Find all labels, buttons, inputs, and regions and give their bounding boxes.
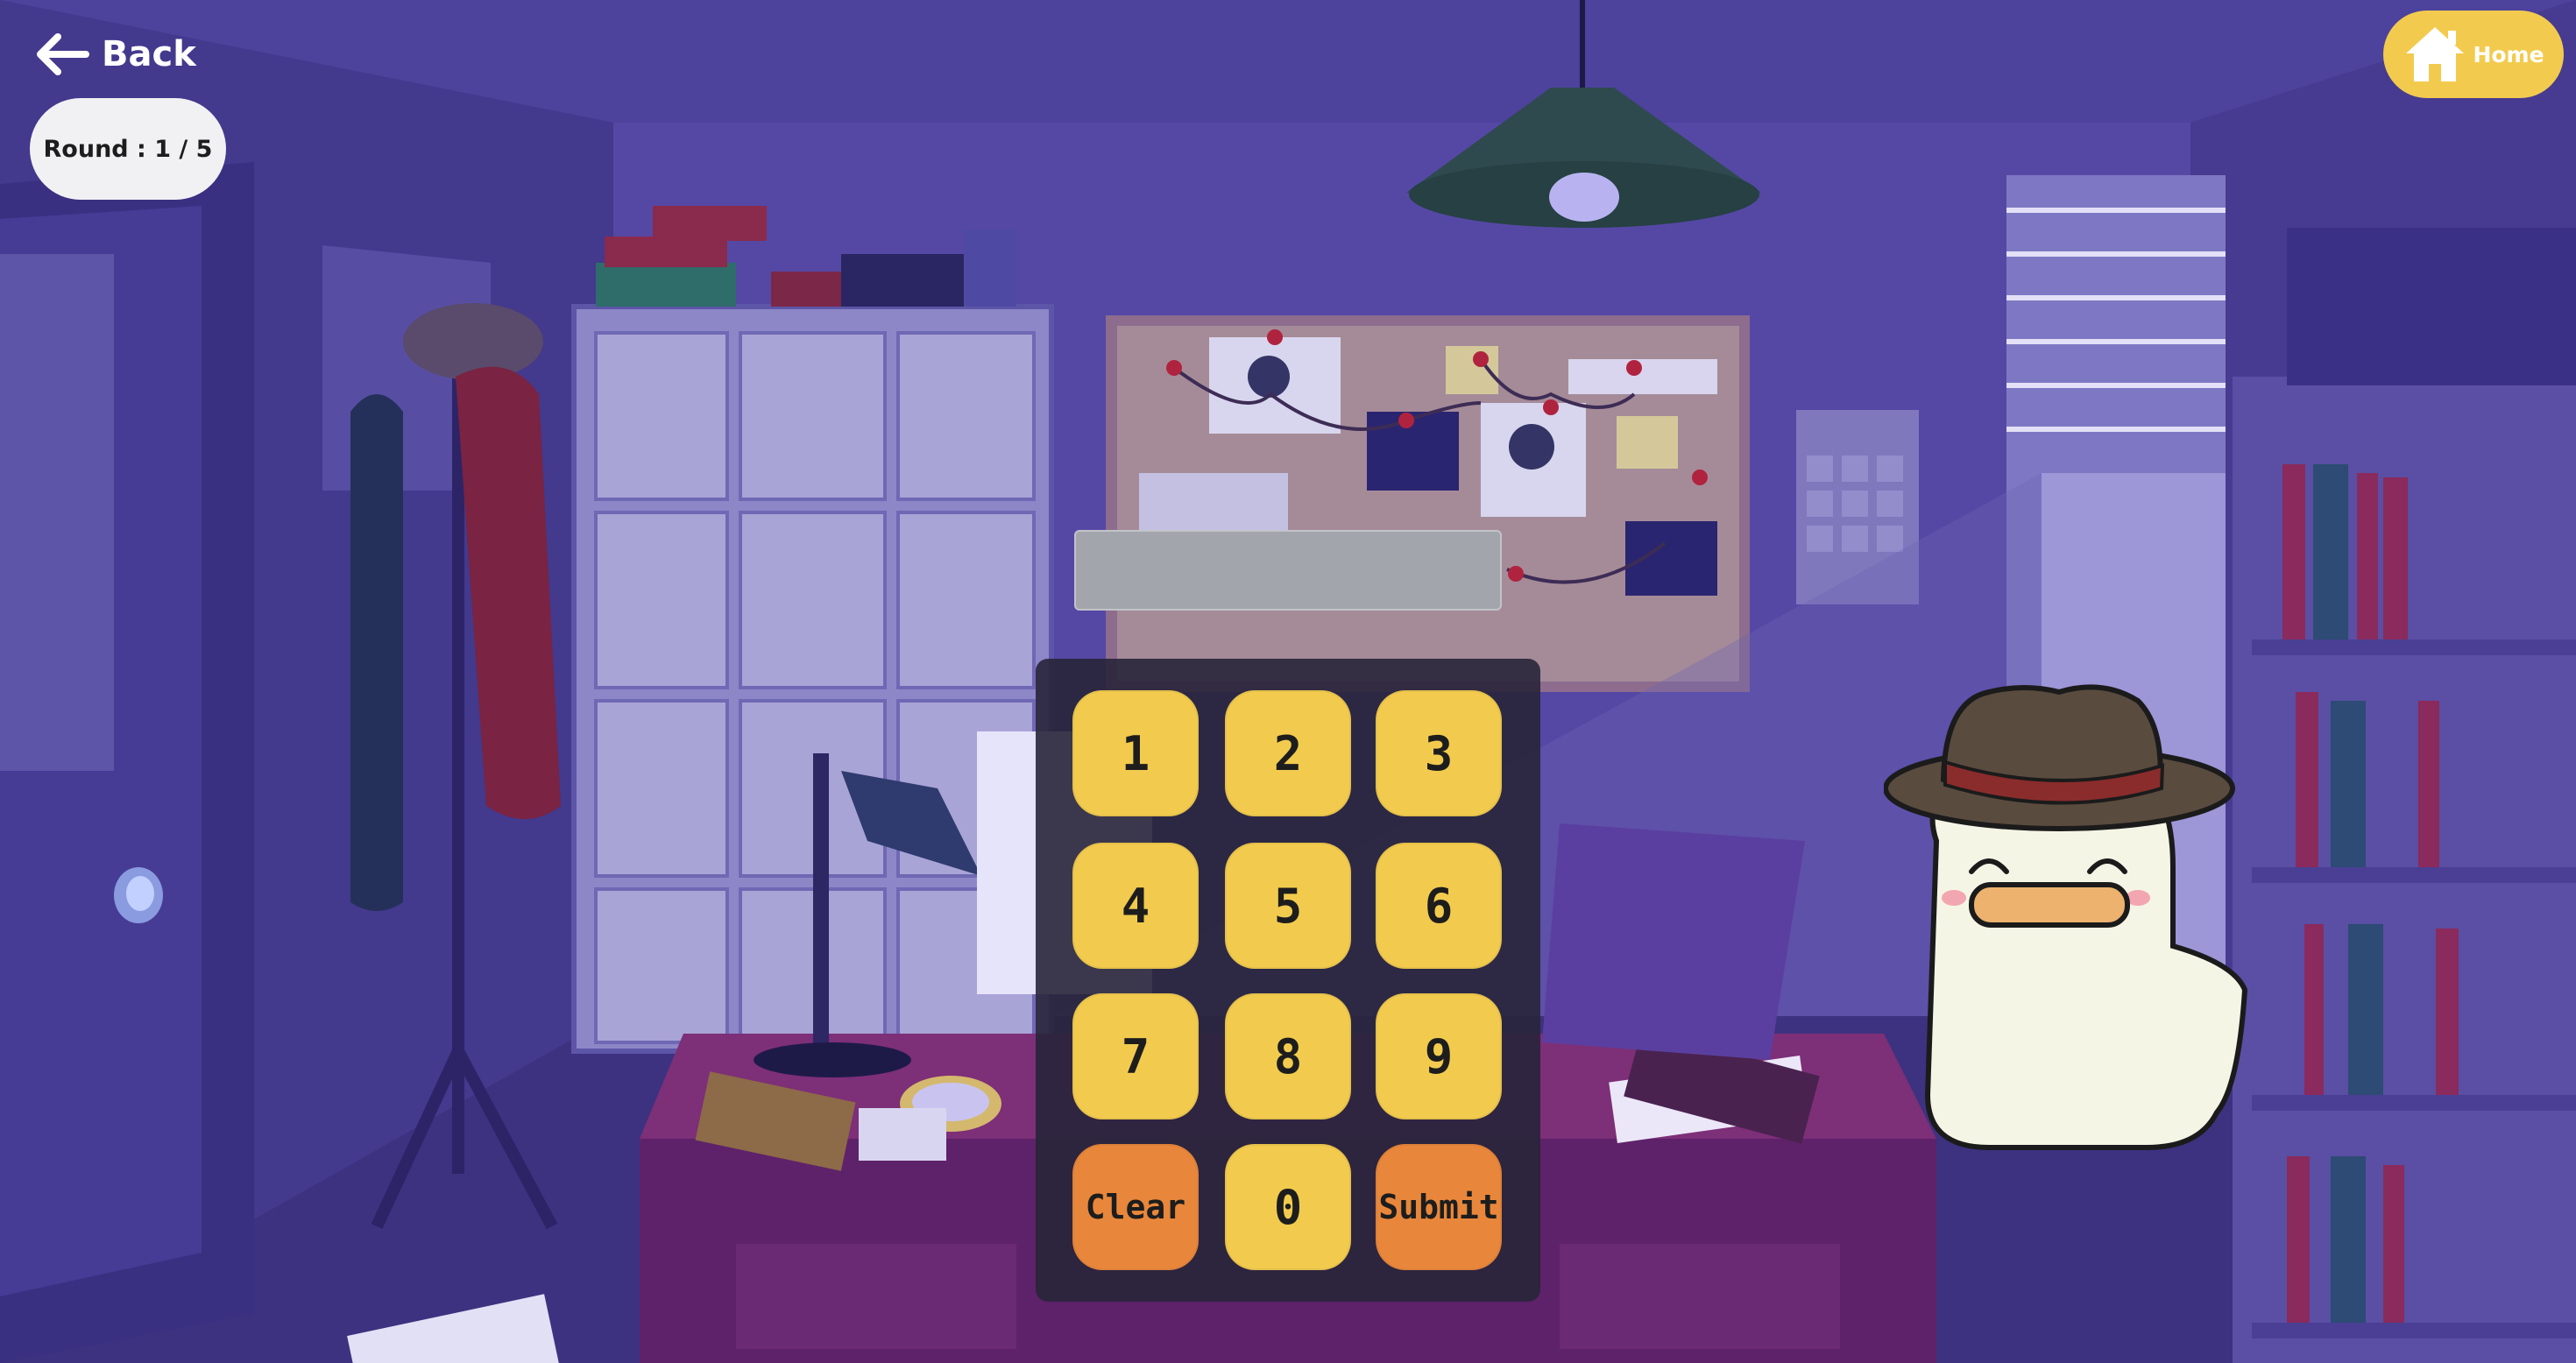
submit-button[interactable]: Submit — [1376, 1144, 1502, 1270]
clear-button[interactable]: Clear — [1072, 1144, 1199, 1270]
key-7[interactable]: 7 — [1072, 993, 1199, 1119]
round-indicator: Round : 1 / 5 — [30, 98, 226, 200]
home-button[interactable]: Home — [2383, 11, 2564, 98]
back-arrow-icon — [37, 33, 89, 75]
key-0[interactable]: 0 — [1225, 1144, 1351, 1270]
back-label: Back — [102, 34, 196, 74]
round-label: Round : 1 / 5 — [43, 135, 213, 163]
detective-duck-character — [1884, 684, 2248, 1150]
code-input-display[interactable] — [1074, 530, 1502, 611]
key-6[interactable]: 6 — [1376, 843, 1502, 969]
key-1[interactable]: 1 — [1072, 690, 1199, 816]
home-icon — [2406, 27, 2465, 81]
key-4[interactable]: 4 — [1072, 843, 1199, 969]
key-2[interactable]: 2 — [1225, 690, 1351, 816]
keypad-panel: 1 2 3 4 5 6 7 8 9 Clear 0 Submit — [1036, 659, 1540, 1302]
home-label: Home — [2473, 41, 2544, 67]
key-3[interactable]: 3 — [1376, 690, 1502, 816]
key-9[interactable]: 9 — [1376, 993, 1502, 1119]
key-5[interactable]: 5 — [1225, 843, 1351, 969]
key-8[interactable]: 8 — [1225, 993, 1351, 1119]
back-button[interactable]: Back — [35, 28, 196, 81]
